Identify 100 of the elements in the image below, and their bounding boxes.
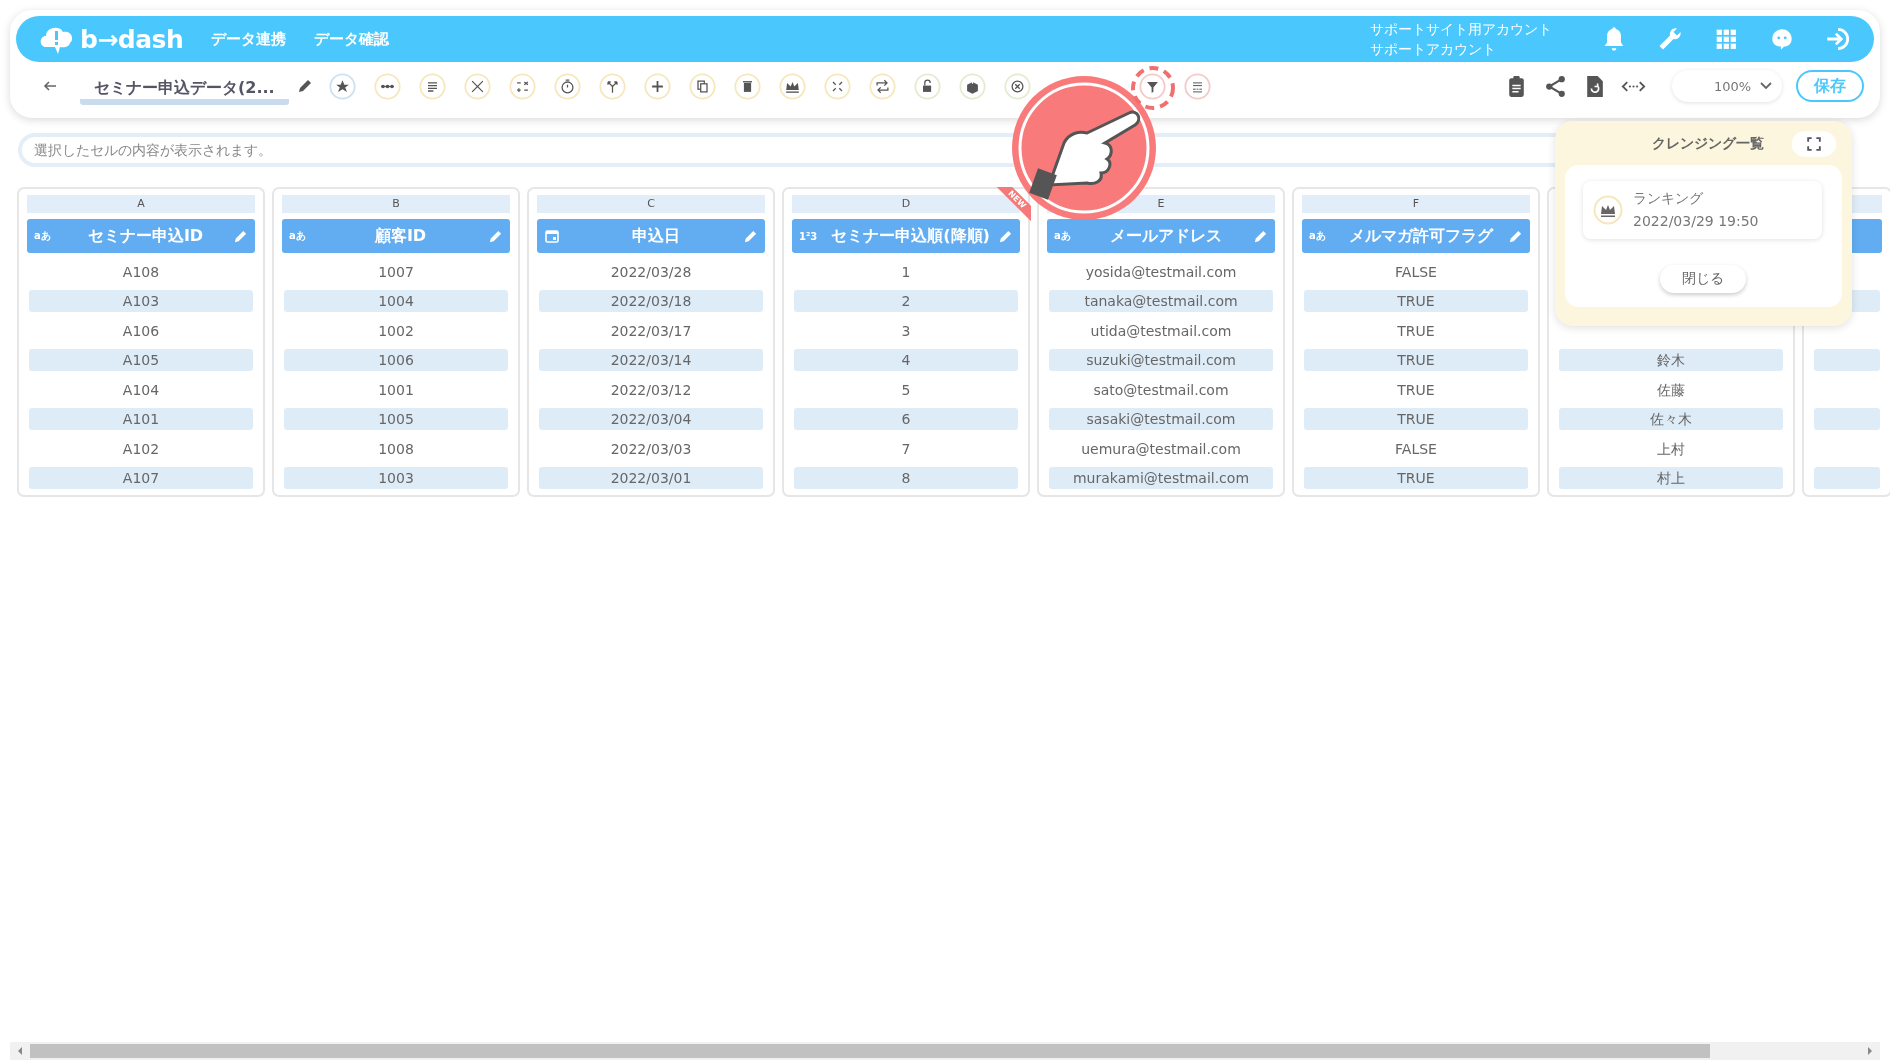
column-header[interactable]: aあ セミナー申込ID <box>27 219 255 253</box>
table-cell: 村上 <box>1559 467 1783 489</box>
table-cell: TRUE <box>1304 290 1528 312</box>
table-cell: 2022/03/04 <box>539 408 763 430</box>
table-cell-text: 3 <box>900 321 912 341</box>
table-cell: 鈴木 <box>1559 349 1783 371</box>
table-cell: 2 <box>794 290 1018 312</box>
table-cell: A105 <box>29 349 253 371</box>
type-label: aあ <box>34 229 52 243</box>
table-cell-text: TRUE <box>1396 380 1436 400</box>
zoom-select[interactable]: 100% <box>1672 70 1782 102</box>
table-cell-text: 1 <box>900 262 912 282</box>
table-cell: 2022/03/18 <box>539 290 763 312</box>
column-letter: B <box>282 195 510 213</box>
nav-link[interactable]: データ連携 <box>211 29 287 49</box>
x-circle-icon[interactable] <box>1003 72 1031 100</box>
table-cell: 佐々木 <box>1559 408 1783 430</box>
copy-icon[interactable] <box>688 72 716 100</box>
column-letter: C <box>537 195 765 213</box>
table-cell: tanaka@testmail.com <box>1049 290 1273 312</box>
column-header[interactable]: aあ メールアドレス <box>1047 219 1275 253</box>
table-cell: suzuki@testmail.com <box>1049 349 1273 371</box>
split-icon[interactable] <box>598 72 626 100</box>
data-title[interactable]: セミナー申込データ(2... <box>80 73 289 105</box>
calendar-icon <box>544 228 560 244</box>
table-cell: A107 <box>29 467 253 489</box>
table-cell: sasaki@testmail.com <box>1049 408 1273 430</box>
share-icon[interactable] <box>1543 73 1568 99</box>
table-cell-text: yosida@testmail.com <box>1084 262 1238 282</box>
table-cell: 1004 <box>284 290 508 312</box>
filter-icon[interactable] <box>1138 72 1166 100</box>
crown-icon[interactable] <box>778 72 806 100</box>
table-cell: A103 <box>29 290 253 312</box>
table-cell: 2022/03/14 <box>539 349 763 371</box>
column-letter: A <box>27 195 255 213</box>
table-cell-text: 2022/03/28 <box>609 262 693 282</box>
timer-icon[interactable] <box>553 72 581 100</box>
table-cell: 2022/03/01 <box>539 467 763 489</box>
repeat-icon[interactable] <box>868 72 896 100</box>
column-header[interactable]: 申込日 <box>537 219 765 253</box>
table-cell-text: 1007 <box>377 262 415 282</box>
list-icon[interactable] <box>418 72 446 100</box>
panel-title: クレンジング一覧 <box>1652 135 1764 153</box>
table-cell-text: A106 <box>121 321 161 341</box>
scrollbar-thumb[interactable] <box>30 1044 1710 1058</box>
table-cell: 1003 <box>284 467 508 489</box>
scissors-icon[interactable] <box>463 72 491 100</box>
dots-icon[interactable] <box>373 72 401 100</box>
trash-icon[interactable] <box>733 72 761 100</box>
scroll-right-icon[interactable] <box>1866 1046 1874 1056</box>
calc-icon[interactable] <box>508 72 536 100</box>
table-cell-text: 佐藤 <box>1656 380 1686 400</box>
table-cell-text: uemura@testmail.com <box>1080 439 1242 459</box>
column-header[interactable]: 1²3 セミナー申込順(降順) <box>792 219 1020 253</box>
table-cell: 1005 <box>284 408 508 430</box>
column-header[interactable]: aあ メルマガ許可フラグ <box>1302 219 1530 253</box>
group-icon[interactable] <box>1183 72 1211 100</box>
table-cell-text: A108 <box>121 262 161 282</box>
table-cell-text: A102 <box>121 439 161 459</box>
table-cell-text: 7 <box>900 439 912 459</box>
table-cell-text: 1008 <box>377 439 415 459</box>
table-cell-text: FALSE <box>1394 262 1438 282</box>
horizontal-scrollbar[interactable] <box>10 1042 1880 1060</box>
table-cell-text: 2022/03/03 <box>609 439 693 459</box>
cleansing-item[interactable]: ランキング 2022/03/29 19:50 <box>1583 181 1822 239</box>
scroll-left-icon[interactable] <box>16 1046 24 1056</box>
account-name: サポートサイト用アカウント <box>1370 20 1552 39</box>
type-label: aあ <box>1309 229 1327 243</box>
table-cell-text: FALSE <box>1394 439 1438 459</box>
crown-icon <box>1593 195 1623 225</box>
type-label: 1²3 <box>799 230 819 242</box>
table-cell-text: 1001 <box>377 380 415 400</box>
table-cell-text: 5 <box>900 380 912 400</box>
logo-text: b→dash <box>80 24 184 54</box>
lock-icon[interactable] <box>913 72 941 100</box>
type-label: aあ <box>1054 229 1072 243</box>
table-cell: TRUE <box>1304 467 1528 489</box>
plus-icon[interactable] <box>643 72 671 100</box>
table-cell: 8 <box>794 467 1018 489</box>
pencil-icon[interactable] <box>296 78 313 94</box>
table-cell: murakami@testmail.com <box>1049 467 1273 489</box>
table-cell: TRUE <box>1304 349 1528 371</box>
table-cell-text: utida@testmail.com <box>1089 321 1233 341</box>
table-cell-text: 2022/03/17 <box>609 321 693 341</box>
item-time: 2022/03/29 19:50 <box>1633 212 1759 231</box>
table-cell: 6 <box>794 408 1018 430</box>
close-button[interactable]: 閉じる <box>1659 265 1746 293</box>
table-cell: 1006 <box>284 349 508 371</box>
save-button[interactable]: 保存 <box>1796 70 1864 102</box>
table-cell-text: sato@testmail.com <box>1092 380 1230 400</box>
table-cell-text: 2022/03/12 <box>609 380 693 400</box>
column-header[interactable]: aあ 顧客ID <box>282 219 510 253</box>
chevron-down-icon <box>1760 82 1772 90</box>
item-name: ランキング <box>1633 189 1704 208</box>
nav-link[interactable]: データ確認 <box>314 29 390 49</box>
box-icon[interactable] <box>958 72 986 100</box>
table-cell: A101 <box>29 408 253 430</box>
expand-icon[interactable] <box>1790 130 1838 158</box>
table-cell-text: 上村 <box>1656 439 1686 459</box>
table-cell: TRUE <box>1304 408 1528 430</box>
